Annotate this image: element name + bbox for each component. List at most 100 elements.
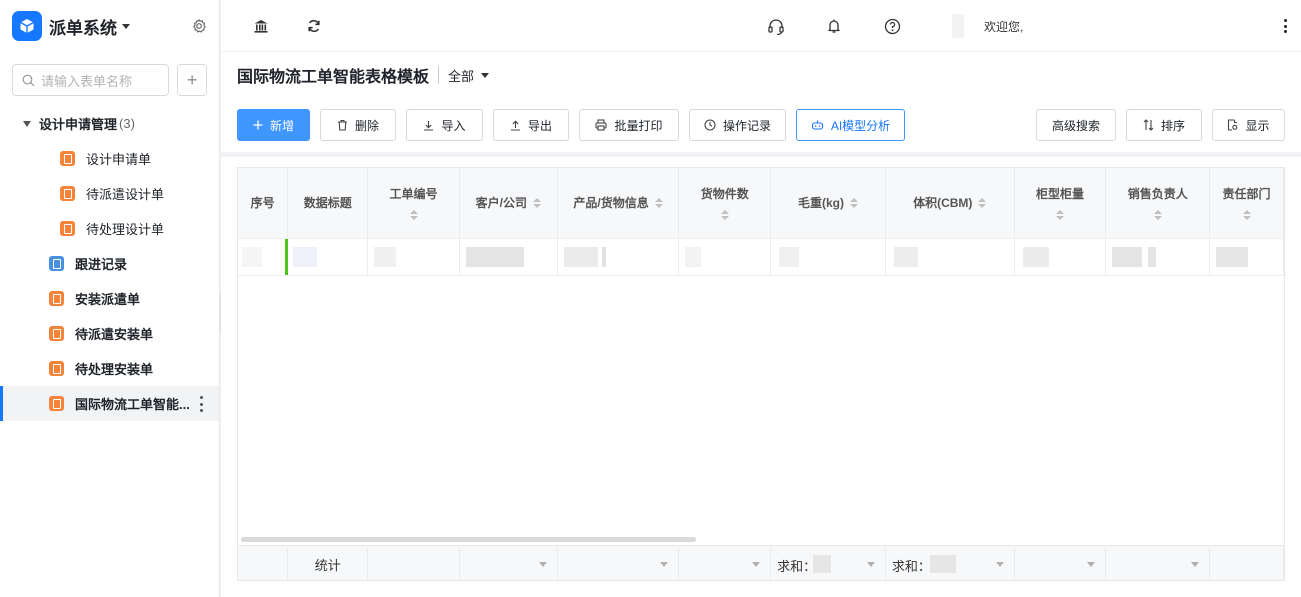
summary-cell bbox=[238, 545, 289, 580]
item-more-icon[interactable] bbox=[199, 396, 203, 412]
avatar[interactable] bbox=[952, 14, 964, 38]
sidebar-group-design[interactable]: 设计申请管理 (3) bbox=[0, 106, 219, 141]
app-switch-caret-icon[interactable] bbox=[122, 23, 130, 29]
sidebar-item-design-request[interactable]: 设计申请单 bbox=[0, 141, 219, 176]
sidebar-item-label: 跟进记录 bbox=[75, 257, 128, 272]
chevron-down-icon bbox=[1087, 561, 1096, 567]
plus-icon bbox=[253, 120, 263, 130]
view-selector-label: 全部 bbox=[448, 68, 475, 84]
search-placeholder: 请输入表单名称 bbox=[41, 73, 133, 89]
operation-log-button[interactable]: 操作记录 bbox=[689, 109, 786, 141]
more-icon[interactable] bbox=[1283, 19, 1287, 33]
sidebar-group-label: 设计申请管理 bbox=[39, 117, 118, 132]
title-divider bbox=[438, 66, 440, 84]
sidebar-item-label: 安装派遣单 bbox=[75, 292, 141, 307]
sort-arrows-icon[interactable] bbox=[409, 210, 418, 221]
import-button[interactable]: 导入 bbox=[406, 109, 483, 141]
summary-select[interactable] bbox=[678, 545, 772, 580]
sort-arrows-icon[interactable] bbox=[1056, 210, 1065, 221]
app-logo-icon bbox=[12, 11, 42, 41]
summary-cell bbox=[367, 545, 460, 580]
top-bar: 欢迎您, bbox=[221, 0, 1301, 52]
table-cell[interactable] bbox=[285, 238, 369, 276]
export-button-label: 导出 bbox=[527, 118, 552, 133]
column-header-order-no[interactable]: 工单编号 bbox=[367, 168, 460, 239]
table-cell bbox=[678, 238, 772, 276]
sort-arrows-icon[interactable] bbox=[1153, 210, 1162, 221]
chevron-down-icon bbox=[538, 561, 547, 567]
ai-analysis-button[interactable]: AI模型分析 bbox=[796, 109, 905, 141]
sidebar-item-install-dispatch[interactable]: 安装派遣单 bbox=[0, 281, 219, 316]
chevron-down-icon bbox=[866, 561, 875, 567]
column-header-index: 序号 bbox=[238, 168, 289, 239]
form-icon bbox=[60, 151, 75, 166]
column-header-container[interactable]: 柜型柜量 bbox=[1014, 168, 1107, 239]
sidebar-item-follow-up[interactable]: 跟进记录 bbox=[0, 246, 219, 281]
sidebar-item-label: 待派遣安装单 bbox=[75, 327, 154, 342]
column-header-customer[interactable]: 客户/公司 bbox=[459, 168, 558, 239]
chevron-down-icon bbox=[1191, 561, 1200, 567]
sort-arrows-icon[interactable] bbox=[978, 197, 987, 208]
summary-select[interactable] bbox=[557, 545, 680, 580]
sidebar-item-pending-process-install[interactable]: 待处理安装单 bbox=[0, 351, 219, 386]
column-header-product[interactable]: 产品/货物信息 bbox=[557, 168, 680, 239]
summary-select-sum[interactable]: 求和： bbox=[885, 545, 1015, 580]
summary-label: 统计 bbox=[287, 545, 369, 580]
upload-icon bbox=[510, 120, 521, 131]
sort-arrows-icon[interactable] bbox=[654, 197, 663, 208]
summary-select[interactable] bbox=[459, 545, 558, 580]
delete-button[interactable]: 删除 bbox=[320, 109, 396, 141]
form-search-input[interactable]: 请输入表单名称 bbox=[12, 64, 170, 96]
form-icon bbox=[49, 256, 64, 271]
refresh-icon[interactable] bbox=[306, 18, 322, 34]
clock-icon bbox=[704, 119, 716, 131]
column-header-department[interactable]: 责任部门 bbox=[1209, 168, 1284, 239]
sidebar-item-label: 设计申请单 bbox=[86, 152, 152, 167]
table-row[interactable] bbox=[238, 238, 1284, 276]
export-button[interactable]: 导出 bbox=[493, 109, 569, 141]
column-header-volume[interactable]: 体积(CBM) bbox=[885, 168, 1015, 239]
add-button[interactable]: 新增 bbox=[237, 109, 310, 141]
batch-print-label: 批量打印 bbox=[614, 118, 663, 133]
advanced-search-label: 高级搜索 bbox=[1051, 118, 1100, 133]
column-header-gross-weight[interactable]: 毛重(kg) bbox=[770, 168, 886, 239]
chevron-down-icon bbox=[752, 561, 761, 567]
gear-icon[interactable] bbox=[191, 18, 207, 34]
view-selector[interactable]: 全部 bbox=[448, 66, 490, 85]
page-title: 国际物流工单智能表格模板 bbox=[237, 69, 430, 86]
summary-select[interactable] bbox=[1105, 545, 1211, 580]
expand-triangle-icon bbox=[23, 120, 31, 127]
column-header-sales-owner[interactable]: 销售负责人 bbox=[1105, 168, 1211, 239]
sidebar-item-pending-dispatch-install[interactable]: 待派遣安装单 bbox=[0, 316, 219, 351]
advanced-search-button[interactable]: 高级搜索 bbox=[1036, 109, 1116, 141]
sort-arrows-icon[interactable] bbox=[532, 197, 541, 208]
summary-select-sum[interactable]: 求和： bbox=[770, 545, 886, 580]
help-icon[interactable] bbox=[884, 18, 901, 35]
sidebar-item-pending-dispatch-design[interactable]: 待派遣设计单 bbox=[0, 176, 219, 211]
sidebar-item-pending-process-design[interactable]: 待处理设计单 bbox=[0, 211, 219, 246]
table-cell bbox=[459, 238, 558, 276]
batch-print-button[interactable]: 批量打印 bbox=[579, 109, 679, 141]
sort-arrows-icon[interactable] bbox=[720, 210, 729, 221]
brand-header[interactable]: 派单系统 bbox=[0, 0, 219, 52]
sidebar-item-label: 待处理设计单 bbox=[86, 222, 165, 237]
bank-icon[interactable] bbox=[253, 18, 269, 34]
add-button-label: 新增 bbox=[269, 118, 294, 133]
horizontal-scrollbar[interactable] bbox=[241, 537, 696, 542]
headset-icon[interactable] bbox=[767, 18, 784, 36]
column-header-title: 数据标题 bbox=[287, 168, 369, 239]
display-button[interactable]: 显示 bbox=[1212, 109, 1285, 141]
add-form-button[interactable]: + bbox=[177, 64, 207, 96]
sort-arrows-icon[interactable] bbox=[1242, 210, 1251, 221]
printer-icon bbox=[595, 119, 608, 131]
search-icon bbox=[22, 74, 35, 86]
table-cell bbox=[238, 238, 289, 276]
summary-select[interactable] bbox=[1014, 545, 1107, 580]
column-header-quantity[interactable]: 货物件数 bbox=[678, 168, 772, 239]
toolbar: 新增 删除 导入 导出 批量打印 操作记录 AI模型分析 高级搜索 排序 显示 bbox=[237, 109, 1285, 141]
sidebar-item-logistics-template[interactable]: 国际物流工单智能... bbox=[0, 386, 219, 421]
sort-button[interactable]: 排序 bbox=[1126, 109, 1202, 141]
bell-icon[interactable] bbox=[826, 18, 842, 34]
sum-label: 求和： bbox=[891, 559, 931, 574]
sort-arrows-icon[interactable] bbox=[850, 197, 859, 208]
